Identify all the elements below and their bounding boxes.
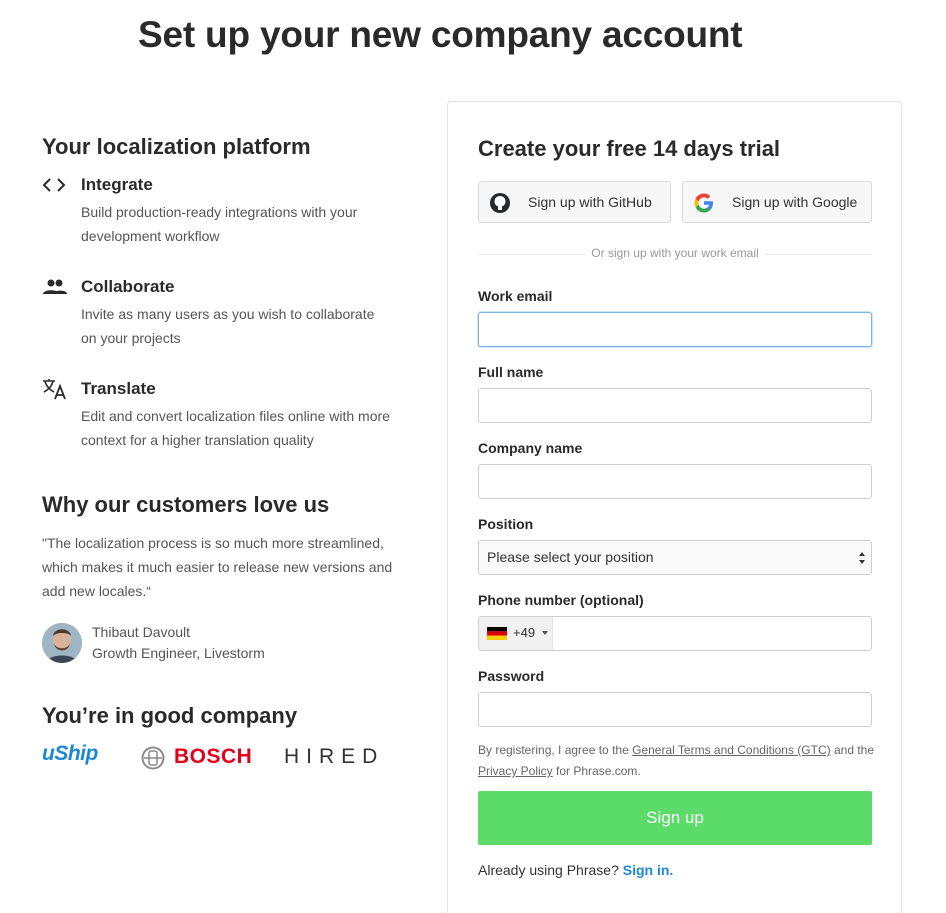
already-using-label: Already using Phrase? <box>478 862 619 878</box>
password-field[interactable] <box>478 692 872 727</box>
divider-text: Or sign up with your work email <box>478 246 872 260</box>
sign-up-button[interactable]: Sign up <box>478 791 872 845</box>
position-select-value: Please select your position <box>487 549 654 565</box>
email-label: Work email <box>478 288 553 304</box>
form-title: Create your free 14 days trial <box>478 136 781 161</box>
feature-description: Invite as many users as you wish to coll… <box>81 302 412 350</box>
chevron-down-icon <box>542 631 548 635</box>
company-heading: You’re in good company <box>42 703 298 728</box>
feature-integrate: Integrate Build production-ready integra… <box>42 174 412 248</box>
page-title: Set up your new company account <box>138 14 743 55</box>
author-name: Thibaut Davoult <box>92 624 191 640</box>
feature-desc-line: context for a higher translation quality <box>81 432 314 448</box>
company-name-label: Company name <box>478 440 583 456</box>
testimonial-quote: "The localization process is so much mor… <box>42 531 412 603</box>
terms-prefix: By registering, I agree to the <box>478 743 629 757</box>
already-using-text: Already using Phrase? Sign in. <box>478 862 673 878</box>
company-name-field[interactable] <box>478 464 872 499</box>
country-code-dropdown[interactable]: +49 <box>479 617 553 650</box>
feature-title: Translate <box>81 379 156 398</box>
people-icon <box>42 276 68 298</box>
dial-code: +49 <box>513 625 536 640</box>
code-icon <box>42 174 68 196</box>
terms-and: and the <box>833 743 875 757</box>
password-label: Password <box>478 668 545 684</box>
customers-heading: Why our customers love us <box>42 492 330 517</box>
full-name-label: Full name <box>478 364 544 380</box>
google-icon <box>693 192 715 214</box>
quote-line: add new locales.“ <box>42 583 151 599</box>
github-signup-button[interactable]: Sign up with GitHub <box>478 181 671 223</box>
bosch-logo: BOSCH <box>174 745 253 768</box>
avatar <box>42 623 82 663</box>
quote-line: which makes it much easier to release ne… <box>42 559 393 575</box>
feature-desc-line: on your projects <box>81 330 181 346</box>
feature-collaborate: Collaborate Invite as many users as you … <box>42 276 412 350</box>
phone-field[interactable]: +49 <box>478 616 872 651</box>
germany-flag-icon <box>487 627 507 640</box>
feature-description: Build production-ready integrations with… <box>81 200 412 248</box>
select-arrows-icon <box>857 549 867 567</box>
feature-title: Integrate <box>81 175 153 194</box>
terms-text: By registering, I agree to the General T… <box>478 740 878 782</box>
platform-heading: Your localization platform <box>42 134 311 159</box>
feature-translate: Translate Edit and convert localization … <box>42 378 412 452</box>
bosch-logo-icon <box>141 746 165 770</box>
google-signup-button[interactable]: Sign up with Google <box>682 181 872 223</box>
feature-desc-line: Invite as many users as you wish to coll… <box>81 306 375 322</box>
full-name-field[interactable] <box>478 388 872 423</box>
github-button-label: Sign up with GitHub <box>528 194 652 210</box>
github-icon <box>489 192 511 214</box>
position-label: Position <box>478 516 534 532</box>
phone-label: Phone number (optional) <box>478 592 644 608</box>
feature-desc-line: development workflow <box>81 228 220 244</box>
quote-line: "The localization process is so much mor… <box>42 535 384 551</box>
hired-logo: HIRED <box>284 745 385 768</box>
testimonial-author: Thibaut Davoult Growth Engineer, Livesto… <box>42 623 342 665</box>
feature-desc-line: Edit and convert localization files onli… <box>81 408 390 424</box>
customer-logos: uShip BOSCH HIRED <box>42 742 402 772</box>
google-button-label: Sign up with Google <box>732 194 858 210</box>
gtc-link[interactable]: General Terms and Conditions (GTC) <box>632 743 831 757</box>
position-select[interactable]: Please select your position <box>478 540 872 575</box>
sign-in-link[interactable]: Sign in. <box>623 862 674 878</box>
terms-suffix: for Phrase.com. <box>556 764 641 778</box>
email-field[interactable] <box>478 312 872 347</box>
signup-card: Create your free 14 days trial Sign up w… <box>447 101 902 913</box>
feature-desc-line: Build production-ready integrations with… <box>81 204 358 220</box>
author-role: Growth Engineer, Livestorm <box>92 645 265 661</box>
translate-icon <box>42 378 68 400</box>
divider-label: Or sign up with your work email <box>585 246 765 260</box>
feature-description: Edit and convert localization files onli… <box>81 404 412 452</box>
feature-title: Collaborate <box>81 277 175 296</box>
privacy-policy-link[interactable]: Privacy Policy <box>478 764 553 778</box>
uship-logo: uShip <box>42 742 98 765</box>
